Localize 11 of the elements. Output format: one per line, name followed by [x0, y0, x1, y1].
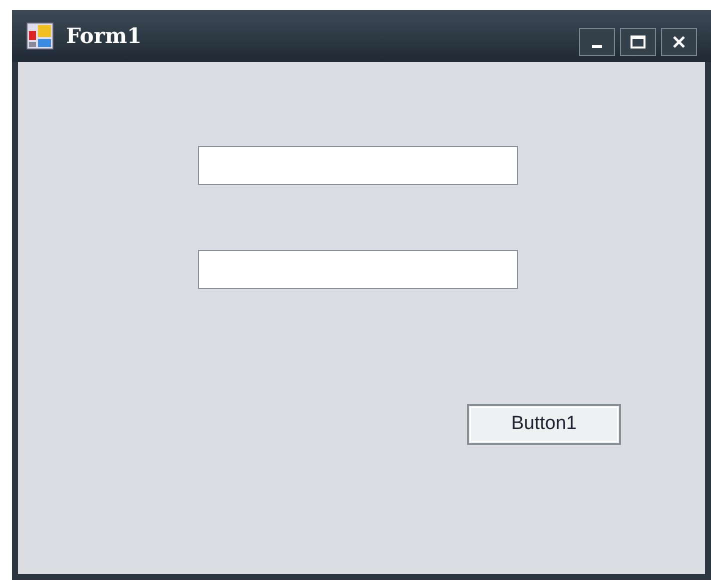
- maximize-icon: [630, 35, 646, 49]
- text-field[interactable]: [198, 250, 518, 289]
- maximize-button[interactable]: [620, 28, 656, 56]
- close-button[interactable]: [661, 28, 697, 56]
- minimize-button[interactable]: [579, 28, 615, 56]
- window-title: Form1: [66, 22, 142, 50]
- text-field[interactable]: [198, 146, 518, 185]
- close-icon: [672, 35, 686, 49]
- application-icon: [26, 22, 54, 50]
- minimize-icon: [592, 44, 602, 48]
- button[interactable]: Button1: [467, 404, 621, 445]
